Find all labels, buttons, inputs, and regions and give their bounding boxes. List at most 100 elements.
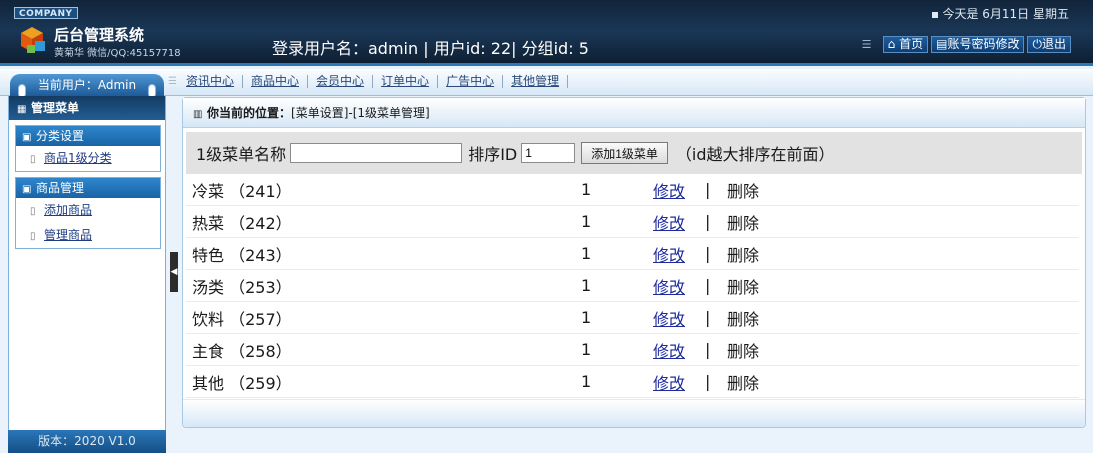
delete-link[interactable]: 删除: [727, 274, 787, 298]
page-icon: ▯: [30, 206, 36, 217]
document-icon: ▤: [936, 37, 948, 51]
home-label: 首页: [899, 37, 924, 51]
group-title[interactable]: ▣ 分类设置: [16, 126, 160, 146]
sidebar-item: ▯ 添加商品: [16, 198, 160, 223]
system-subtitle: 黄菊华 微信/QQ:45157718: [54, 48, 181, 59]
sort-hint: （id越大排序在前面）: [675, 145, 835, 164]
account-edit-button[interactable]: ▤账号密码修改: [931, 36, 1025, 53]
sort-value: 1: [581, 308, 592, 327]
sidebar-item: ▯ 管理商品: [16, 223, 160, 248]
menu-list: 冷菜 （241） 1 修改 | 删除 热菜 （242） 1 修改 | 删除 特色 （243） 1 修…: [186, 174, 1079, 398]
table-row: 饮料 （257） 1 修改 | 删除: [186, 302, 1079, 334]
delete-link[interactable]: 删除: [727, 210, 787, 234]
nav-link-ads[interactable]: 广告中心: [438, 75, 504, 88]
menu-name: 饮料 （257）: [192, 309, 292, 329]
separator: |: [705, 308, 711, 327]
edit-link[interactable]: 修改: [653, 178, 705, 202]
breadcrumb-path: [菜单设置]-[1级菜单管理]: [291, 106, 430, 120]
sidebar-group-category: ▣ 分类设置 ▯ 商品1级分类: [15, 125, 161, 172]
edit-link[interactable]: 修改: [653, 306, 705, 330]
sidebar-head-label: 管理菜单: [31, 101, 80, 115]
breadcrumb-label: 你当前的位置：: [207, 106, 292, 120]
version-label: 版本：2020 V1.0: [8, 430, 166, 453]
system-title: 后台管理系统: [54, 26, 145, 44]
logout-label: 退出: [1041, 37, 1066, 51]
square-bullet-icon: [932, 11, 939, 18]
login-info: 登录用户名：admin | 用户id: 22| 分组id: 5: [272, 39, 589, 58]
nav-link-news[interactable]: 资讯中心: [186, 75, 244, 88]
separator: |: [705, 340, 711, 359]
add-menu-form: 1级菜单名称 排序ID 添加1级菜单 （id越大排序在前面）: [186, 132, 1082, 174]
sidebar-link-manage-products[interactable]: 管理商品: [44, 228, 92, 242]
menu-name: 汤类 （253）: [192, 277, 292, 297]
group-title-label: 商品管理: [36, 181, 85, 195]
grid-icon: ▦: [17, 104, 27, 115]
nav-link-orders[interactable]: 订单中心: [373, 75, 439, 88]
top-nav: 当前用户：Admin ☰ 资讯中心 商品中心 会员中心 订单中心 广告中心 其他…: [0, 69, 1093, 98]
collapse-sidebar-handle[interactable]: ◀: [170, 252, 178, 292]
group-title[interactable]: ▣ 商品管理: [16, 178, 160, 198]
company-logo: COMPANY: [14, 7, 78, 19]
nav-link-members[interactable]: 会员中心: [308, 75, 374, 88]
sidebar-head: ▦ 管理菜单: [9, 96, 165, 120]
add-menu-button[interactable]: 添加1级菜单: [581, 142, 668, 164]
table-row: 汤类 （253） 1 修改 | 删除: [186, 270, 1079, 302]
delete-link[interactable]: 删除: [727, 242, 787, 266]
current-user-badge: 当前用户：Admin: [10, 74, 164, 98]
delete-link[interactable]: 删除: [727, 306, 787, 330]
edit-link[interactable]: 修改: [653, 338, 705, 362]
group-title-label: 分类设置: [36, 129, 85, 143]
menu-name-label: 1级菜单名称: [196, 145, 287, 164]
menu-name-input[interactable]: [290, 143, 463, 163]
menu-name: 特色 （243）: [192, 245, 292, 265]
header-buttons: ☰ ⌂ 首页 ▤账号密码修改 ⏻退出: [862, 36, 1071, 53]
delete-link[interactable]: 删除: [727, 178, 787, 202]
list-icon: ☰: [168, 75, 177, 87]
sort-value: 1: [581, 340, 592, 359]
header: COMPANY 后台管理系统 黄菊华 微信/QQ:45157718 登录用户名：…: [0, 0, 1093, 66]
cube-logo-icon: [21, 27, 45, 53]
main-footer-bar: [183, 399, 1085, 427]
delete-link[interactable]: 删除: [727, 338, 787, 362]
folder-icon: ▣: [22, 132, 32, 143]
menu-name: 主食 （258）: [192, 341, 292, 361]
separator: |: [705, 276, 711, 295]
edit-link[interactable]: 修改: [653, 242, 705, 266]
page-icon: ▯: [30, 231, 36, 242]
panel-icon: ▥: [193, 109, 203, 120]
nav-link-products[interactable]: 商品中心: [243, 75, 309, 88]
sort-value: 1: [581, 244, 592, 263]
sort-id-label: 排序ID: [468, 145, 518, 164]
current-user-text: 当前用户：Admin: [37, 78, 137, 92]
power-icon: ⏻: [1032, 37, 1042, 51]
grip-icon: ☰: [861, 37, 872, 51]
delete-link[interactable]: 删除: [727, 370, 787, 394]
edit-link[interactable]: 修改: [653, 274, 705, 298]
menu-name: 热菜 （242）: [192, 213, 292, 233]
sidebar-link-level1-category[interactable]: 商品1级分类: [44, 151, 112, 165]
account-edit-label: 账号密码修改: [947, 37, 1020, 51]
edit-link[interactable]: 修改: [653, 210, 705, 234]
table-row: 特色 （243） 1 修改 | 删除: [186, 238, 1079, 270]
table-row: 冷菜 （241） 1 修改 | 删除: [186, 174, 1079, 206]
logout-button[interactable]: ⏻退出: [1027, 36, 1071, 53]
main-panel: ▥ 你当前的位置：[菜单设置]-[1级菜单管理] 1级菜单名称 排序ID 添加1级…: [182, 97, 1086, 428]
menu-name: 其他 （259）: [192, 373, 292, 393]
sort-value: 1: [581, 276, 592, 295]
separator: |: [705, 180, 711, 199]
breadcrumb: ▥ 你当前的位置：[菜单设置]-[1级菜单管理]: [183, 98, 1085, 128]
sidebar-item: ▯ 商品1级分类: [16, 146, 160, 171]
sidebar-link-add-product[interactable]: 添加商品: [44, 203, 92, 217]
app-root: COMPANY 后台管理系统 黄菊华 微信/QQ:45157718 登录用户名：…: [0, 0, 1093, 453]
folder-icon: ▣: [22, 184, 32, 195]
table-row: 热菜 （242） 1 修改 | 删除: [186, 206, 1079, 238]
home-button[interactable]: ⌂ 首页: [882, 36, 929, 53]
table-row: 其他 （259） 1 修改 | 删除: [186, 366, 1079, 398]
nav-links: ☰ 资讯中心 商品中心 会员中心 订单中心 广告中心 其他管理: [168, 75, 569, 88]
separator: |: [705, 212, 711, 231]
nav-link-other[interactable]: 其他管理: [503, 75, 569, 88]
table-row: 主食 （258） 1 修改 | 删除: [186, 334, 1079, 366]
sort-id-input[interactable]: [521, 143, 576, 163]
edit-link[interactable]: 修改: [653, 370, 705, 394]
separator: |: [705, 244, 711, 263]
